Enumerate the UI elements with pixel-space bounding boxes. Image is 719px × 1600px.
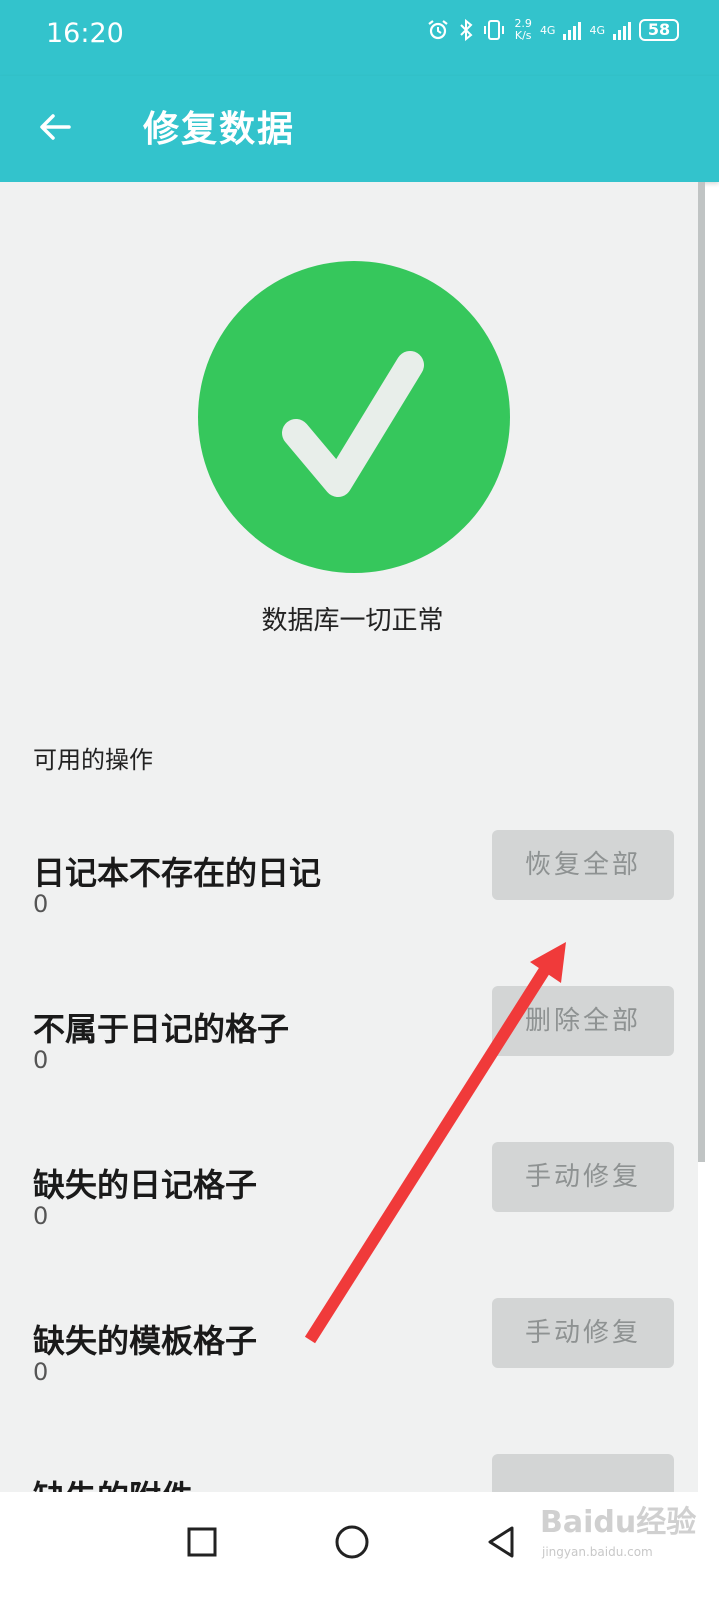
watermark-text: Baidu经验	[540, 1505, 697, 1540]
operation-title: 缺失的附件	[33, 1472, 193, 1492]
triangle-back-icon	[488, 1526, 514, 1558]
page-title: 修复数据	[143, 109, 296, 150]
recent-apps-button[interactable]	[172, 1512, 232, 1572]
manual-repair-button[interactable]: 手动修复	[492, 1142, 674, 1212]
list-item: 缺失的模板格子 0 手动修复	[0, 1298, 698, 1416]
status-bar: 16:20 2.9 K/s 4G 4G 58	[0, 0, 719, 76]
speed-unit: K/s	[514, 29, 532, 42]
vibrate-icon	[482, 18, 506, 42]
check-icon	[282, 351, 424, 497]
content-area[interactable]: 数据库一切正常 可用的操作 日记本不存在的日记 0 恢复全部 不属于日记的格子 …	[0, 182, 698, 1492]
database-status-text: 数据库一切正常	[261, 606, 444, 636]
section-header: 可用的操作	[33, 746, 153, 774]
status-icons: 2.9 K/s 4G 4G 58	[426, 18, 679, 42]
back-nav-button[interactable]	[472, 1512, 532, 1572]
operation-count: 0	[33, 1202, 49, 1230]
watermark: Baidu经验 jingyan.baidu.com	[540, 1497, 710, 1567]
network-type-2: 4G	[589, 23, 605, 37]
battery-icon: 58	[639, 19, 679, 41]
status-indicator	[198, 261, 510, 573]
network-speed: 2.9 K/s	[514, 18, 532, 42]
operation-title: 日记本不存在的日记	[33, 854, 322, 892]
restore-all-button[interactable]: 恢复全部	[492, 830, 674, 900]
operation-count: 0	[33, 890, 49, 918]
delete-all-button[interactable]: 删除全部	[492, 986, 674, 1056]
signal-icon-1	[563, 20, 582, 40]
operation-title: 不属于日记的格子	[33, 1010, 290, 1048]
home-button[interactable]	[322, 1512, 382, 1572]
bluetooth-icon	[458, 18, 474, 42]
scrollbar[interactable]	[698, 182, 705, 1162]
back-button[interactable]	[30, 104, 80, 154]
list-item: 不属于日记的格子 0 删除全部	[0, 986, 698, 1104]
arrow-left-icon	[35, 107, 75, 151]
operation-count: 0	[33, 1046, 49, 1074]
signal-icon-2	[613, 20, 631, 40]
status-time: 16:20	[46, 18, 124, 49]
list-item: 缺失的附件	[0, 1454, 698, 1492]
operation-count: 0	[33, 1358, 49, 1386]
list-item: 日记本不存在的日记 0 恢复全部	[0, 830, 698, 948]
network-type-1: 4G	[539, 23, 556, 37]
circle-icon	[335, 1525, 369, 1559]
app-bar: 修复数据	[0, 76, 719, 182]
operation-title: 缺失的模板格子	[33, 1322, 258, 1360]
alarm-icon	[426, 18, 450, 42]
manual-repair-button[interactable]: 手动修复	[492, 1298, 674, 1368]
operation-title: 缺失的日记格子	[33, 1166, 258, 1204]
list-item: 缺失的日记格子 0 手动修复	[0, 1142, 698, 1260]
repair-button[interactable]	[492, 1454, 674, 1492]
watermark-subtext: jingyan.baidu.com	[542, 1545, 653, 1559]
square-icon	[187, 1527, 217, 1557]
